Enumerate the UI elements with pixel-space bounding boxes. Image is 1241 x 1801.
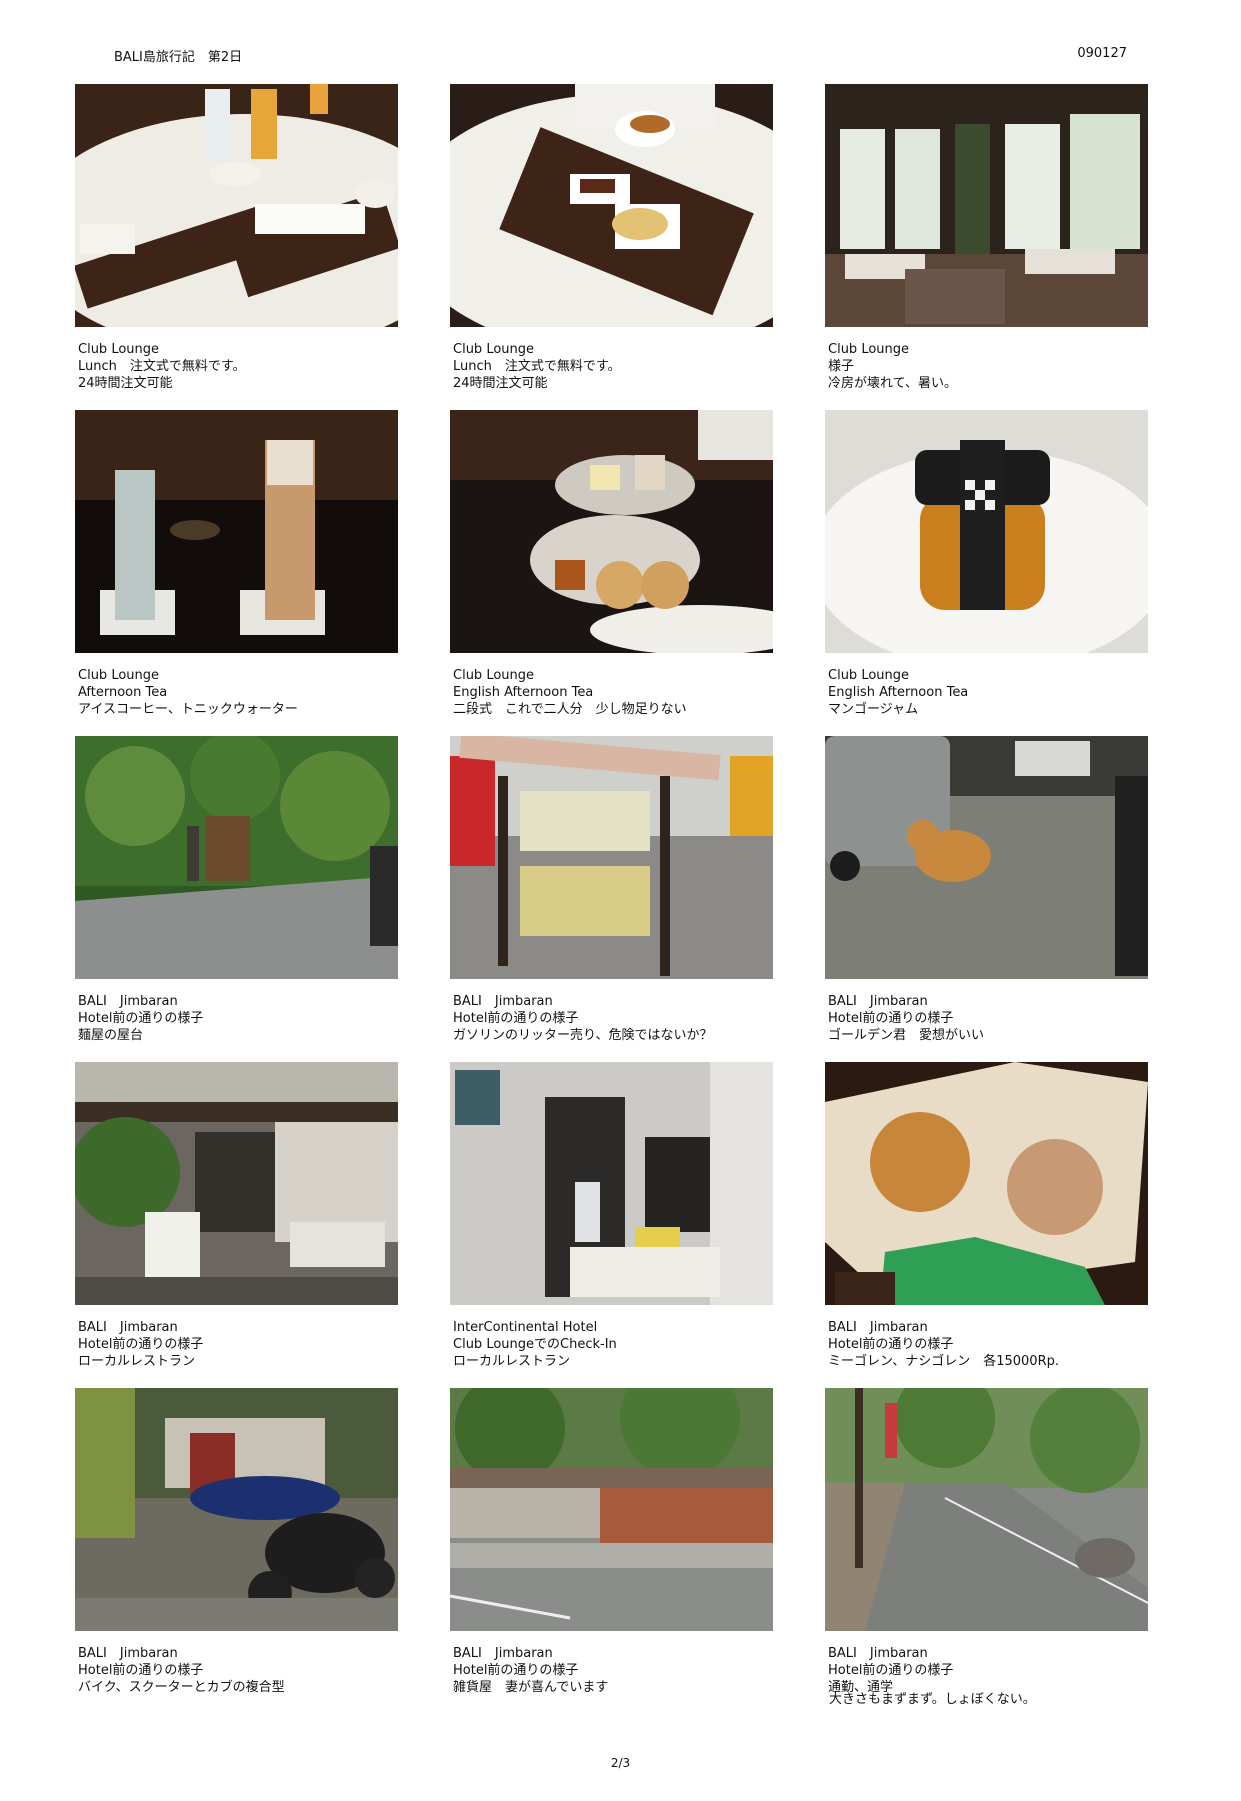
caption-line: BALI Jimbaran [828,1320,928,1335]
photo-cell: BALI Jimbaran Hotel前の通りの様子 麺屋の屋台 [75,736,398,1054]
general-store-photo [450,1388,773,1631]
photo-caption: BALI Jimbaran Hotel前の通りの様子 ローカルレストラン [75,1319,398,1370]
caption-line: Hotel前の通りの様子 [453,1011,579,1026]
photo-caption: BALI Jimbaran Hotel前の通りの様子 ゴールデン君 愛想がいい [825,993,1148,1044]
motorbikes-photo [75,1388,398,1631]
caption-line: Hotel前の通りの様子 [453,1663,579,1678]
caption-line: Hotel前の通りの様子 [828,1011,954,1026]
caption-line: Club Lounge [453,342,535,357]
photo-cell: Club Lounge Lunch 注文式で無料です。 24時間注文可能 [450,84,773,402]
caption-line: Club Lounge [828,668,910,683]
photo-caption: BALI Jimbaran Hotel前の通りの様子 雑貨屋 妻が喜んでいます [450,1645,773,1696]
local-restaurant-photo [75,1062,398,1305]
caption-line: BALI Jimbaran [828,1646,928,1661]
photo-cell: BALI Jimbaran Hotel前の通りの様子 雑貨屋 妻が喜んでいます [450,1388,773,1706]
photo-cell: Club Lounge Lunch 注文式で無料です。 24時間注文可能 [75,84,398,402]
photo-caption: BALI Jimbaran Hotel前の通りの様子 ガソリンのリッター売り、危… [450,993,773,1044]
photo-grid: Club Lounge Lunch 注文式で無料です。 24時間注文可能 Clu… [75,84,1148,1706]
caption-line: 24時間注文可能 [453,376,548,391]
photo-cell: BALI Jimbaran Hotel前の通りの様子 通勤、通学 [825,1388,1148,1706]
caption-line: 24時間注文可能 [78,376,173,391]
caption-line: ローカルレストラン [78,1354,196,1369]
document-title: BALI島旅行記 第2日 [114,50,243,65]
photo-cell: BALI Jimbaran Hotel前の通りの様子 ミーゴレン、ナシゴレン 各… [825,1062,1148,1380]
caption-line: Club Lounge [78,342,160,357]
photo-caption: BALI Jimbaran Hotel前の通りの様子 ミーゴレン、ナシゴレン 各… [825,1319,1148,1370]
photo-caption: Club Lounge Lunch 注文式で無料です。 24時間注文可能 [450,341,773,392]
photo-cell: BALI Jimbaran Hotel前の通りの様子 ローカルレストラン [75,1062,398,1380]
photo-caption: Club Lounge Lunch 注文式で無料です。 24時間注文可能 [75,341,398,392]
photo-caption: InterContinental Hotel Club LoungeでのChec… [450,1319,773,1370]
caption-line: アイスコーヒー、トニックウォーター [78,702,298,717]
caption-line: 冷房が壊れて、暑い。 [828,376,957,391]
street-commute-photo [825,1388,1148,1631]
caption-line: Club LoungeでのCheck-In [453,1337,617,1352]
page-number: 2/3 [610,1756,631,1770]
caption-line: Lunch 注文式で無料です。 [453,359,621,374]
photo-cell: BALI Jimbaran Hotel前の通りの様子 バイク、スクーターとカブの… [75,1388,398,1706]
caption-line: 様子 [828,359,855,374]
petrol-bottles-photo [450,736,773,979]
caption-line: Club Lounge [78,668,160,683]
caption-line: BALI Jimbaran [828,994,928,1009]
caption-line: English Afternoon Tea [453,685,594,700]
extra-note: 大きさもまずまず。しょぼくない。 [829,1692,1036,1707]
caption-line: ゴールデン君 愛想がいい [828,1028,985,1043]
mango-jam-photo [825,410,1148,653]
caption-line: Lunch 注文式で無料です。 [78,359,246,374]
caption-line: English Afternoon Tea [828,685,969,700]
caption-line: Club Lounge [828,342,910,357]
caption-line: マンゴージャム [828,702,919,717]
photo-cell: InterContinental Hotel Club LoungeでのChec… [450,1062,773,1380]
caption-line: Hotel前の通りの様子 [78,1337,204,1352]
lunch-plate-photo [450,84,773,327]
photo-cell: Club Lounge Afternoon Tea アイスコーヒー、トニックウォ… [75,410,398,728]
caption-line: InterContinental Hotel [453,1320,598,1335]
photo-caption: Club Lounge English Afternoon Tea 二段式 これ… [450,667,773,718]
caption-line: ミーゴレン、ナシゴレン 各15000Rp. [828,1354,1059,1369]
caption-line: Hotel前の通りの様子 [78,1011,204,1026]
mie-goreng-photo [825,1062,1148,1305]
tea-stand-photo [450,410,773,653]
iced-drinks-photo [75,410,398,653]
caption-line: Hotel前の通りの様子 [78,1663,204,1678]
noodle-cart-photo [75,736,398,979]
golden-dog-photo [825,736,1148,979]
caption-line: BALI Jimbaran [453,1646,553,1661]
caption-line: 麺屋の屋台 [78,1028,144,1043]
photo-caption: Club Lounge Afternoon Tea アイスコーヒー、トニックウォ… [75,667,398,718]
caption-line: ガソリンのリッター売り、危険ではないか？ [453,1028,713,1043]
photo-caption: Club Lounge 様子 冷房が壊れて、暑い。 [825,341,1148,392]
document-code: 090127 [1077,46,1127,61]
caption-line: 二段式 これで二人分 少し物足りない [453,702,687,717]
caption-line: Hotel前の通りの様子 [828,1663,954,1678]
caption-line: Hotel前の通りの様子 [828,1337,954,1352]
caption-line: BALI Jimbaran [78,1320,178,1335]
photo-caption: BALI Jimbaran Hotel前の通りの様子 バイク、スクーターとカブの… [75,1645,398,1696]
photo-cell: BALI Jimbaran Hotel前の通りの様子 ガソリンのリッター売り、危… [450,736,773,1054]
caption-line: バイク、スクーターとカブの複合型 [78,1680,285,1695]
photo-caption: Club Lounge English Afternoon Tea マンゴージャ… [825,667,1148,718]
caption-line: Afternoon Tea [78,685,168,700]
photo-cell: Club Lounge 様子 冷房が壊れて、暑い。 [825,84,1148,402]
photo-caption: BALI Jimbaran Hotel前の通りの様子 麺屋の屋台 [75,993,398,1044]
lunch-platter-photo [75,84,398,327]
lounge-interior-photo [825,84,1148,327]
caption-line: BALI Jimbaran [453,994,553,1009]
caption-line: BALI Jimbaran [78,1646,178,1661]
restaurant-kitchen-photo [450,1062,773,1305]
caption-line: 雑貨屋 妻が喜んでいます [453,1680,609,1695]
photo-cell: Club Lounge English Afternoon Tea 二段式 これ… [450,410,773,728]
caption-line: ローカルレストラン [453,1354,571,1369]
photo-cell: BALI Jimbaran Hotel前の通りの様子 ゴールデン君 愛想がいい [825,736,1148,1054]
caption-line: BALI Jimbaran [78,994,178,1009]
caption-line: Club Lounge [453,668,535,683]
photo-cell: Club Lounge English Afternoon Tea マンゴージャ… [825,410,1148,728]
